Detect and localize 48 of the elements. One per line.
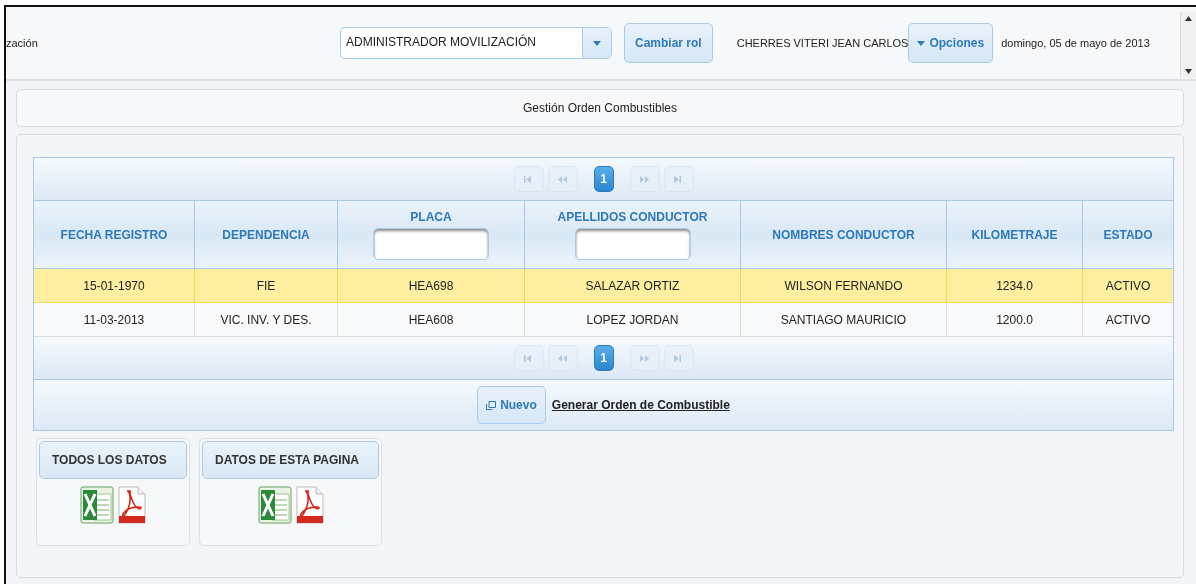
column-header[interactable]: PLACA — [410, 209, 452, 224]
scrollbar[interactable] — [1180, 12, 1196, 78]
scroll-up-icon[interactable] — [1185, 16, 1192, 21]
new-button[interactable]: Nuevo — [477, 386, 546, 424]
dropdown-caret-icon — [593, 40, 601, 46]
pdf-icon[interactable] — [295, 486, 324, 524]
table-cell: WILSON FERNANDO — [741, 269, 947, 303]
next-page-icon — [640, 175, 649, 183]
role-select[interactable]: ADMINISTRADOR MOVILIZACIÓN — [340, 27, 612, 59]
date-label: domingo, 05 de mayo de 2013 — [1001, 37, 1150, 49]
filter-field[interactable] — [574, 227, 691, 260]
last-page-icon — [674, 175, 683, 183]
table-row[interactable]: 15-01-1970 FIE HEA698 SALAZAR ORTIZ WILSON FERNANDO 1234.0 ACTIVO — [34, 269, 1173, 303]
window-icon — [486, 400, 497, 410]
table-cell: HEA698 — [338, 269, 525, 303]
spreadsheet-icon[interactable] — [257, 486, 292, 524]
table-cell: ACTIVO — [1083, 269, 1173, 303]
table-cell: 15-01-1970 — [34, 269, 195, 303]
export-header[interactable]: TODOS LOS DATOS — [39, 441, 187, 479]
filter-field[interactable] — [373, 227, 489, 260]
spreadsheet-icon[interactable] — [80, 486, 114, 524]
table-cell: SALAZAR ORTIZ — [525, 269, 741, 303]
last-page-icon — [674, 354, 683, 362]
page-title: Gestión Orden Combustibles — [16, 89, 1184, 127]
generate-order-link[interactable]: Generar Orden de Combustible — [551, 398, 730, 412]
pdf-icon[interactable] — [118, 486, 146, 524]
column-header[interactable]: KILOMETRAJE — [971, 227, 1058, 242]
first-page-icon — [524, 354, 533, 362]
scroll-down-icon[interactable] — [1185, 69, 1192, 74]
column-header[interactable]: FECHA REGISTRO — [60, 227, 168, 242]
options-button[interactable]: Opciones — [908, 23, 994, 63]
caret-icon — [917, 40, 926, 46]
user-name: CHERRES VITERI JEAN CARLOS — [736, 37, 909, 49]
change-role-button[interactable]: Cambiar rol — [624, 23, 713, 63]
page-number-button[interactable]: 1 — [593, 166, 614, 192]
app-title: zación — [6, 37, 39, 49]
column-header[interactable]: APELLIDOS CONDUCTOR — [557, 209, 708, 224]
table-cell: 1234.0 — [947, 269, 1083, 303]
column-header[interactable]: NOMBRES CONDUCTOR — [772, 227, 915, 242]
previous-page-icon — [558, 175, 567, 183]
export-header[interactable]: DATOS DE ESTA PAGINA — [202, 441, 379, 479]
column-header[interactable]: ESTADO — [1103, 227, 1153, 242]
next-page-icon — [640, 354, 649, 362]
first-page-icon — [524, 175, 533, 183]
column-header[interactable]: DEPENDENCIA — [222, 227, 310, 242]
table-cell: FIE — [195, 269, 338, 303]
previous-page-icon — [558, 354, 567, 362]
page-number-button[interactable]: 1 — [593, 345, 614, 371]
